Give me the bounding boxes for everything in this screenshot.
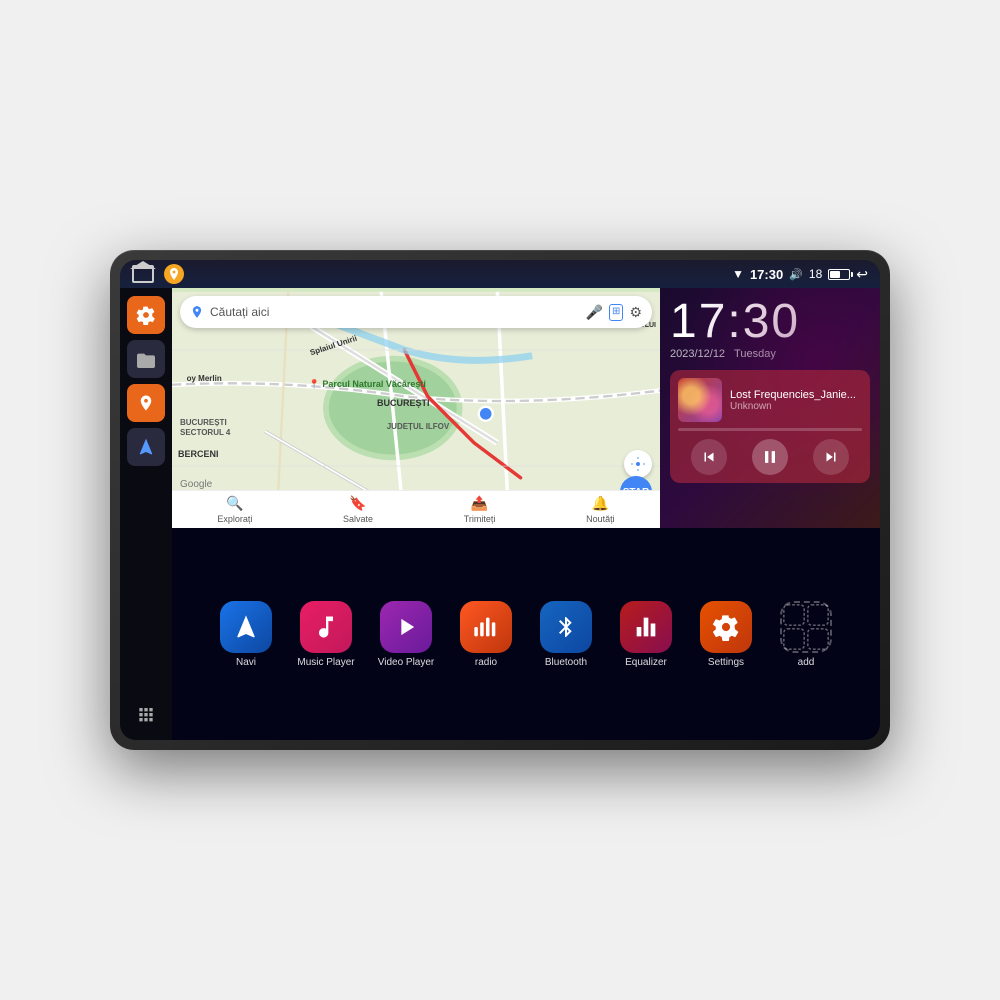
video-label: Video Player [378, 657, 435, 668]
map-label-berceni: BERCENI [178, 449, 219, 459]
map-area[interactable]: AXIS PremiumMobility - Sud 📍 Parcul Natu… [172, 288, 660, 528]
wifi-icon: ▼ [732, 267, 744, 281]
app-item-video[interactable]: Video Player [374, 601, 438, 668]
add-icon [780, 601, 832, 653]
music-icon [300, 601, 352, 653]
date-display: 2023/12/12 Tuesday [670, 348, 870, 360]
status-left [132, 264, 184, 284]
sidebar-grid-button[interactable] [127, 694, 165, 732]
right-content: AXIS PremiumMobility - Sud 📍 Parcul Natu… [172, 288, 880, 740]
home-button[interactable] [132, 265, 154, 283]
back-icon[interactable]: ↩ [856, 266, 868, 283]
microphone-icon[interactable]: 🎤 [586, 304, 603, 321]
music-controls [678, 439, 862, 475]
radio-icon [460, 601, 512, 653]
map-search-placeholder: Căutați aici [210, 305, 580, 319]
send-icon: 📤 [471, 495, 488, 512]
app-item-radio[interactable]: radio [454, 601, 518, 668]
app-grid-section: Navi Music Player [172, 528, 880, 740]
left-sidebar [120, 288, 172, 740]
navi-icon [220, 601, 272, 653]
date-value: 2023/12/12 [670, 348, 725, 360]
prev-button[interactable] [691, 439, 727, 475]
layers-icon[interactable]: ⊞ [609, 304, 623, 321]
sidebar-folder-button[interactable] [127, 340, 165, 378]
clock-time: 17:30 [670, 295, 800, 348]
map-search-actions: 🎤 ⊞ ⚙ [586, 304, 642, 321]
album-art [678, 378, 722, 422]
location-button[interactable] [624, 450, 652, 478]
bluetooth-icon [540, 601, 592, 653]
map-search-bar[interactable]: Căutați aici 🎤 ⊞ ⚙ [180, 296, 652, 328]
app-item-bluetooth[interactable]: Bluetooth [534, 601, 598, 668]
music-info: Lost Frequencies_Janie... Unknown [730, 389, 862, 412]
equalizer-label: Equalizer [625, 657, 667, 668]
map-label-ilfov: JUDEȚUL ILFOV [387, 422, 450, 431]
music-title: Lost Frequencies_Janie... [730, 389, 862, 401]
app-item-settings[interactable]: Settings [694, 601, 758, 668]
video-icon [380, 601, 432, 653]
status-right: ▼ 17:30 🔊 18 ↩ [732, 266, 868, 283]
map-label-buc: BUCUREȘTI [377, 398, 430, 408]
map-tab-send[interactable]: 📤 Trimiteți [464, 495, 496, 524]
settings-icon [700, 601, 752, 653]
saved-icon: 🔖 [349, 495, 366, 512]
sidebar-navigation-button[interactable] [127, 428, 165, 466]
explore-label: Explorați [217, 514, 252, 524]
clock-display: 17:30 [670, 298, 870, 346]
info-panel: 17:30 2023/12/12 Tuesday [660, 288, 880, 528]
add-label: add [798, 657, 815, 668]
radio-label: radio [475, 657, 497, 668]
news-icon: 🔔 [592, 495, 609, 512]
car-display-device: ▼ 17:30 🔊 18 ↩ [110, 250, 890, 750]
signal-strength: 18 [809, 267, 822, 281]
navi-label: Navi [236, 657, 256, 668]
settings-label: Settings [708, 657, 744, 668]
news-label: Noutăți [586, 514, 615, 524]
music-label: Music Player [297, 657, 354, 668]
music-player: Lost Frequencies_Janie... Unknown [670, 370, 870, 483]
volume-icon: 🔊 [789, 268, 803, 281]
next-button[interactable] [813, 439, 849, 475]
nav-icon[interactable] [164, 264, 184, 284]
google-watermark: Google [180, 479, 212, 490]
pause-button[interactable] [752, 439, 788, 475]
device-screen: ▼ 17:30 🔊 18 ↩ [120, 260, 880, 740]
status-bar: ▼ 17:30 🔊 18 ↩ [120, 260, 880, 288]
album-art-image [678, 378, 722, 422]
sidebar-settings-button[interactable] [127, 296, 165, 334]
settings-map-icon[interactable]: ⚙ [629, 304, 642, 321]
time-display: 17:30 [750, 267, 783, 282]
map-tab-saved[interactable]: 🔖 Salvate [343, 495, 373, 524]
saved-label: Salvate [343, 514, 373, 524]
music-progress-bar[interactable] [678, 428, 862, 431]
map-label-sector4: BUCUREȘTISECTORUL 4 [180, 418, 230, 439]
music-artist: Unknown [730, 401, 862, 412]
main-area: AXIS PremiumMobility - Sud 📍 Parcul Natu… [120, 288, 880, 740]
map-tab-explore[interactable]: 🔍 Explorați [217, 495, 252, 524]
map-label-park: 📍 Parcul Natural Văcărești [309, 379, 426, 390]
map-tab-news[interactable]: 🔔 Noutăți [586, 495, 615, 524]
day-value: Tuesday [734, 348, 776, 360]
music-top: Lost Frequencies_Janie... Unknown [678, 378, 862, 422]
battery-icon [828, 269, 850, 280]
send-label: Trimiteți [464, 514, 496, 524]
app-grid: Navi Music Player [214, 601, 838, 668]
bluetooth-label: Bluetooth [545, 657, 587, 668]
google-maps-logo [190, 305, 204, 319]
map-label-merlin: oy Merlin [187, 374, 222, 383]
app-item-equalizer[interactable]: Equalizer [614, 601, 678, 668]
app-item-add[interactable]: add [774, 601, 838, 668]
app-item-navi[interactable]: Navi [214, 601, 278, 668]
explore-icon: 🔍 [226, 495, 243, 512]
app-item-music[interactable]: Music Player [294, 601, 358, 668]
map-tabs: 🔍 Explorați 🔖 Salvate 📤 Trimiteți [172, 490, 660, 528]
top-section: AXIS PremiumMobility - Sud 📍 Parcul Natu… [172, 288, 880, 528]
sidebar-map-button[interactable] [127, 384, 165, 422]
equalizer-icon [620, 601, 672, 653]
